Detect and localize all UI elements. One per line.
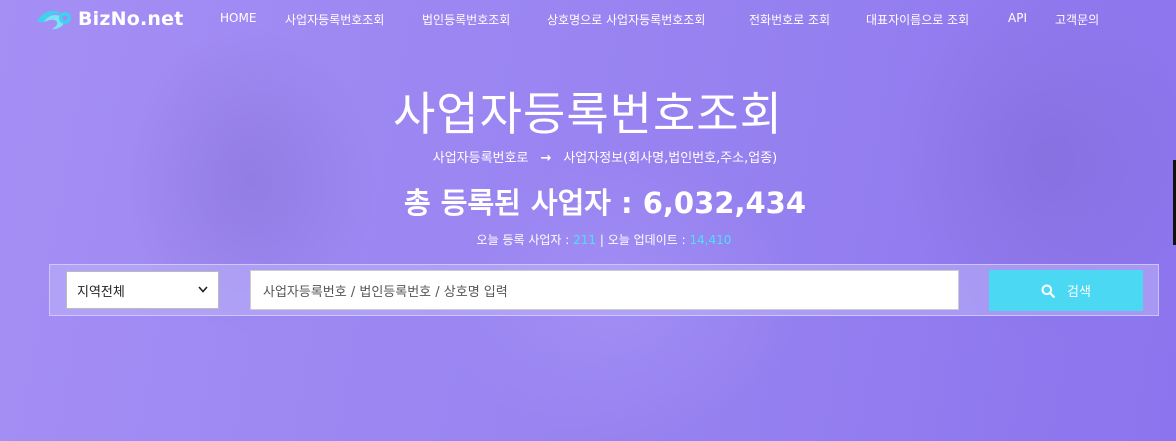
chevron-down-icon — [198, 285, 208, 296]
search-input[interactable]: 사업자등록번호 / 법인등록번호 / 상호명 입력 — [250, 270, 959, 310]
nav-representative-lookup[interactable]: 대표자이름으로 조회 — [866, 11, 969, 28]
today-stats: 오늘 등록 사업자 : 211 | 오늘 업데이트 : 14,410 — [0, 231, 1176, 248]
today-updated-value: 14,410 — [689, 233, 732, 247]
subtitle-to: 사업자정보(회사명,법인번호,주소,업종) — [563, 151, 778, 166]
nav-home[interactable]: HOME — [220, 11, 256, 25]
search-input-placeholder: 사업자등록번호 / 법인등록번호 / 상호명 입력 — [263, 284, 508, 300]
main-nav: HOME 사업자등록번호조회 법인등록번호조회 상호명으로 사업자등록번호조회 … — [0, 11, 1176, 29]
total-businesses: 총 등록된 사업자 : 6,032,434 — [0, 180, 1176, 222]
today-registered-label: 오늘 등록 사업자 : — [476, 233, 574, 247]
region-select-value: 지역전체 — [77, 284, 125, 300]
search-button[interactable]: 검색 — [989, 270, 1143, 311]
page-title: 사업자등록번호조회 — [393, 87, 783, 141]
total-value: 6,032,434 — [642, 186, 807, 220]
nav-corporate-number-lookup[interactable]: 법인등록번호조회 — [422, 11, 510, 28]
nav-customer-inquiry[interactable]: 고객문의 — [1055, 11, 1099, 28]
today-updated-label: 오늘 업데이트 : — [607, 233, 690, 247]
subtitle-from: 사업자등록번호로 — [432, 151, 529, 166]
stats-separator: | — [596, 233, 608, 247]
nav-api[interactable]: API — [1008, 11, 1027, 25]
today-registered-value: 211 — [573, 233, 597, 247]
search-icon — [1041, 284, 1055, 298]
search-panel: 지역전체 사업자등록번호 / 법인등록번호 / 상호명 입력 검색 — [49, 264, 1159, 316]
nav-business-number-lookup[interactable]: 사업자등록번호조회 — [285, 11, 384, 28]
top-navigation: BizNo.net HOME 사업자등록번호조회 법인등록번호조회 상호명으로 … — [0, 0, 1176, 38]
search-button-label: 검색 — [1067, 285, 1091, 300]
arrow-right-icon: → — [540, 151, 552, 166]
nav-phone-lookup[interactable]: 전화번호로 조회 — [749, 11, 830, 28]
hero-subtitle: 사업자등록번호로 → 사업자정보(회사명,법인번호,주소,업종) — [0, 147, 1176, 166]
region-select[interactable]: 지역전체 — [66, 271, 219, 309]
total-label: 총 등록된 사업자 : — [403, 186, 643, 220]
nav-company-name-lookup[interactable]: 상호명으로 사업자등록번호조회 — [547, 11, 705, 28]
